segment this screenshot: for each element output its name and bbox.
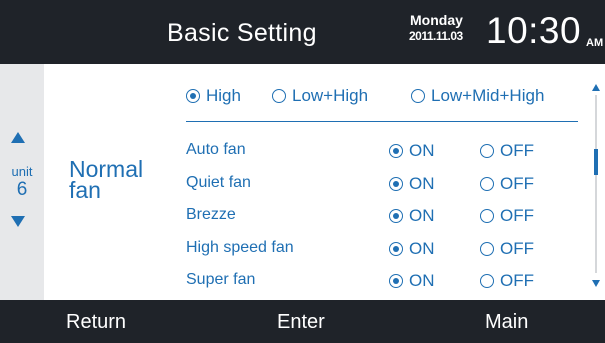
radio-unselected-icon [480, 177, 494, 191]
scroll-down-icon[interactable] [592, 280, 600, 287]
fan-mode-title: Normal fan [69, 156, 144, 203]
on-label: ON [409, 206, 435, 225]
speed-option-label: Low+High [292, 86, 369, 105]
fan-mode-row-super: Super fan ON OFF [186, 271, 578, 301]
radio-selected-icon [186, 89, 200, 103]
scroll-track[interactable] [595, 95, 597, 273]
on-option[interactable]: ON [389, 239, 435, 259]
unit-up-arrow-icon[interactable] [11, 132, 25, 143]
off-label: OFF [500, 174, 534, 193]
fan-mode-row-quiet: Quiet fan ON OFF [186, 174, 578, 204]
on-label: ON [409, 239, 435, 258]
scrollbar[interactable] [590, 64, 605, 300]
divider [186, 121, 578, 122]
fan-mode-name: Quiet fan [186, 174, 251, 191]
page-title: Basic Setting [167, 19, 317, 47]
on-label: ON [409, 174, 435, 193]
off-option[interactable]: OFF [480, 206, 534, 226]
off-option[interactable]: OFF [480, 141, 534, 161]
header-bar: Basic Setting Monday 2011.11.03 10:30 AM [0, 0, 605, 64]
radio-unselected-icon [480, 209, 494, 223]
on-label: ON [409, 141, 435, 160]
radio-selected-icon [389, 274, 403, 288]
radio-selected-icon [389, 242, 403, 256]
radio-unselected-icon [272, 89, 286, 103]
settings-panel: unit 6 Normal fan High Low+High Low+Mid+… [0, 64, 605, 300]
radio-unselected-icon [480, 242, 494, 256]
off-label: OFF [500, 271, 534, 290]
radio-unselected-icon [411, 89, 425, 103]
date-label: 2011.11.03 [409, 29, 463, 43]
unit-label: unit [11, 164, 33, 179]
radio-unselected-icon [480, 144, 494, 158]
speed-option-low-high[interactable]: Low+High [272, 86, 368, 106]
fan-mode-name: Auto fan [186, 141, 246, 158]
on-option[interactable]: ON [389, 174, 435, 194]
fan-mode-row-auto: Auto fan ON OFF [186, 141, 578, 171]
fan-mode-row-high-speed: High speed fan ON OFF [186, 239, 578, 269]
speed-option-label: High [206, 86, 241, 105]
unit-selector: unit 6 [0, 64, 44, 300]
speed-option-high[interactable]: High [186, 86, 241, 106]
clock-time: 10:30 [486, 10, 582, 51]
unit-number: 6 [16, 179, 28, 200]
radio-selected-icon [389, 209, 403, 223]
return-button[interactable]: Return [66, 311, 126, 334]
on-option[interactable]: ON [389, 206, 435, 226]
main-button[interactable]: Main [485, 311, 528, 334]
on-option[interactable]: ON [389, 271, 435, 291]
off-label: OFF [500, 239, 534, 258]
speed-option-label: Low+Mid+High [431, 86, 545, 105]
fan-mode-name: Super fan [186, 271, 256, 288]
enter-button[interactable]: Enter [277, 311, 325, 334]
speed-option-low-mid-high[interactable]: Low+Mid+High [411, 86, 544, 106]
on-option[interactable]: ON [389, 141, 435, 161]
scroll-thumb[interactable] [594, 149, 598, 175]
unit-down-arrow-icon[interactable] [11, 216, 25, 227]
day-label: Monday [410, 12, 463, 28]
scroll-up-icon[interactable] [592, 84, 600, 91]
off-option[interactable]: OFF [480, 239, 534, 259]
fan-mode-name: High speed fan [186, 239, 294, 256]
off-option[interactable]: OFF [480, 174, 534, 194]
radio-selected-icon [389, 144, 403, 158]
off-label: OFF [500, 141, 534, 160]
radio-selected-icon [389, 177, 403, 191]
fan-mode-name: Brezze [186, 206, 236, 223]
off-option[interactable]: OFF [480, 271, 534, 291]
clock-ampm: AM [586, 37, 604, 49]
footer-bar: Return Enter Main [0, 300, 605, 343]
fan-mode-row-brezze: Brezze ON OFF [186, 206, 578, 236]
radio-unselected-icon [480, 274, 494, 288]
on-label: ON [409, 271, 435, 290]
off-label: OFF [500, 206, 534, 225]
